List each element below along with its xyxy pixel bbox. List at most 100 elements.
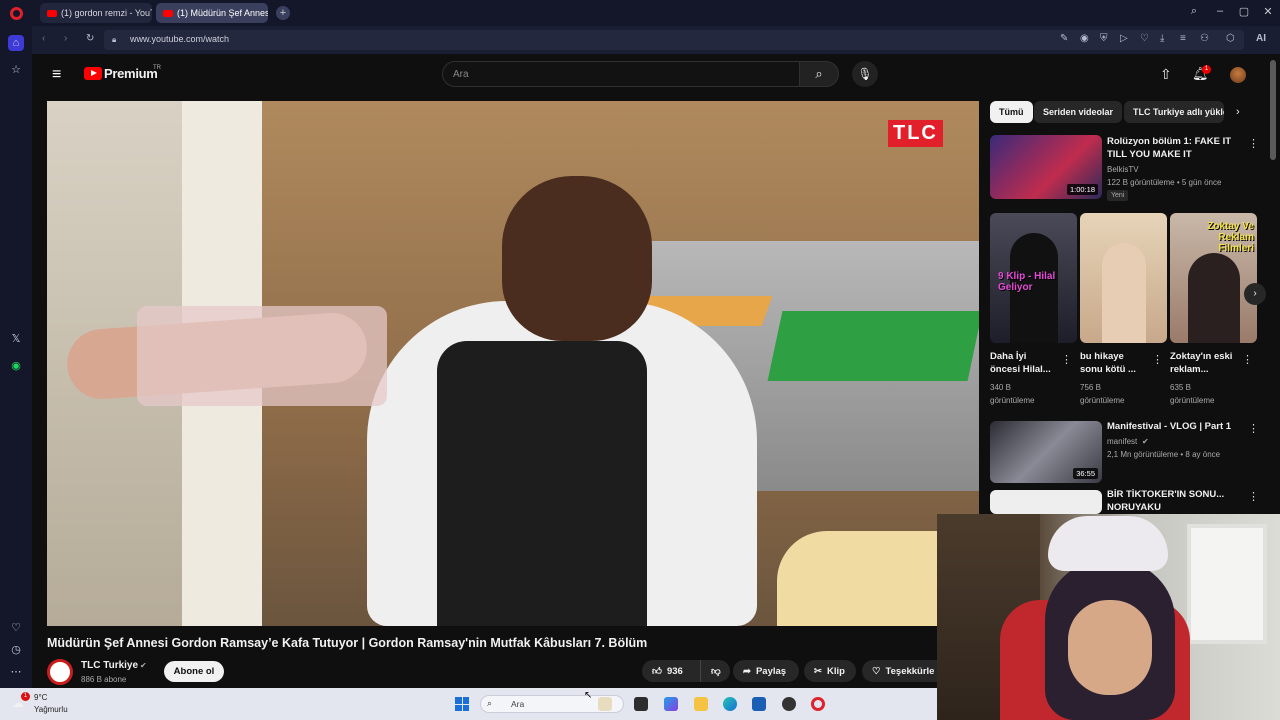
chip-uploader[interactable]: TLC Turkiye adlı yükleyiciden <box>1124 101 1224 123</box>
extension-icon[interactable]: ⬡ <box>1226 33 1235 44</box>
tab-label: (1) Müdürün Şef Annesi Gordon Ramsay’e K… <box>177 8 268 18</box>
scrollbar[interactable] <box>1270 60 1276 160</box>
channel-name[interactable]: TLC Turkiye <box>81 660 138 671</box>
tab-gordon-remzi[interactable]: (1) gordon remzi - YouTube <box>40 3 152 23</box>
opera-taskbar-icon[interactable] <box>811 697 825 711</box>
recommendation-thumbnail[interactable]: 36:55 <box>990 421 1102 483</box>
shield-icon[interactable]: ⛨ <box>1100 33 1108 44</box>
video-frame-cutting-board <box>767 311 979 381</box>
tab-active-video[interactable]: (1) Müdürün Şef Annesi Gordon Ramsay’e K… <box>156 3 268 23</box>
history-icon[interactable]: ◷ <box>8 642 24 658</box>
recommendation-title[interactable]: Rolüzyon bölüm 1: FAKE IT TILL YOU MAKE … <box>1107 135 1242 161</box>
app-pinned-icon[interactable] <box>598 697 612 711</box>
short-views-label: görüntüleme <box>1080 396 1125 405</box>
share-button[interactable]: ➦ Paylaş <box>733 660 799 682</box>
video-player[interactable] <box>47 101 979 626</box>
subscribe-button[interactable]: Abone ol <box>164 661 224 682</box>
more-vert-icon[interactable]: ⋮ <box>1152 353 1163 366</box>
heart-icon[interactable]: ♡ <box>8 620 24 636</box>
home-icon[interactable]: ⌂ <box>8 35 24 51</box>
snapshot-icon[interactable]: ✎ <box>1060 33 1068 44</box>
search-input[interactable]: Ara <box>442 61 799 87</box>
tab-search-icon[interactable]: ⌕ <box>1186 5 1202 18</box>
short-thumbnail[interactable]: Zoktay Ve Reklam Filmleri <box>1170 213 1257 343</box>
search-icon[interactable]: ⌕ <box>799 61 839 87</box>
download-icon[interactable]: ⤓ <box>1160 33 1164 44</box>
short-overlay-text: Zoktay Ve Reklam Filmleri <box>1207 221 1254 254</box>
hamburger-menu-icon[interactable]: ≡ <box>52 66 61 84</box>
dislike-button[interactable]: 👎︎ <box>700 660 730 682</box>
url-field[interactable] <box>104 30 1244 50</box>
short-title[interactable]: bu hikaye sonu kötü ... <box>1080 350 1146 376</box>
forward-icon[interactable]: › <box>64 33 67 44</box>
youtube-premium-brand[interactable]: Premium <box>104 66 158 81</box>
region-code: TR <box>153 65 161 71</box>
shorts-next-icon[interactable]: › <box>1244 283 1266 305</box>
heart-icon[interactable]: ♡ <box>1140 33 1149 44</box>
webcam-headphones <box>1048 516 1168 571</box>
recommendation-thumbnail[interactable]: 1:00:18 <box>990 135 1102 199</box>
spotify-icon[interactable]: ◉ <box>8 358 24 374</box>
more-vert-icon[interactable]: ⋮ <box>1242 353 1253 366</box>
edge-icon[interactable] <box>723 697 737 711</box>
avatar[interactable] <box>1230 67 1246 83</box>
opera-logo-icon[interactable] <box>10 7 23 20</box>
share-label: Paylaş <box>755 665 787 677</box>
video-duration: 36:55 <box>1073 468 1098 479</box>
verified-icon: ✔ <box>1142 437 1149 446</box>
short-title[interactable]: Daha İyi öncesi Hilal... <box>990 350 1056 376</box>
windows-start-icon[interactable] <box>455 697 469 711</box>
share-icon: ➦ <box>743 665 751 677</box>
star-icon[interactable]: ☆ <box>8 62 24 78</box>
task-view-icon[interactable] <box>634 697 648 711</box>
verified-icon: ✔ <box>140 661 147 670</box>
temperature: 9°C <box>34 693 48 702</box>
channel-avatar[interactable] <box>47 659 73 685</box>
player-icon[interactable]: ▷ <box>1120 33 1128 44</box>
subscriber-count: 886 B abone <box>81 675 127 684</box>
close-icon[interactable]: ✕ <box>1260 5 1276 18</box>
copilot-icon[interactable] <box>664 697 678 711</box>
more-vert-icon[interactable]: ⋮ <box>1061 353 1072 366</box>
ai-button[interactable]: AI <box>1256 33 1266 44</box>
profile-icon[interactable]: ⚇ <box>1200 33 1209 44</box>
menu-icon[interactable]: ≡ <box>1180 33 1186 44</box>
recommendation-channel[interactable]: manifest <box>1107 435 1137 448</box>
recommendation-title[interactable]: BİR TİKTOKER'IN SONU... NORUYAKU <box>1107 488 1242 514</box>
clip-button[interactable]: ✂ Klip <box>804 660 856 682</box>
back-icon[interactable]: ‹ <box>42 33 45 44</box>
reload-icon[interactable]: ↻ <box>86 33 94 44</box>
upload-icon[interactable]: ⇧ <box>1160 66 1172 83</box>
like-button[interactable]: 👍︎ 936 <box>642 660 700 682</box>
camera-icon[interactable]: ◉ <box>1080 33 1089 44</box>
video-frame-chef-face <box>502 176 652 341</box>
microphone-icon[interactable]: 🎙︎ <box>852 61 878 87</box>
youtube-logo-icon[interactable] <box>84 67 102 80</box>
short-title[interactable]: Zoktay'ın eski reklam... <box>1170 350 1236 376</box>
maximize-icon[interactable]: ▢ <box>1236 5 1252 18</box>
video-duration: 1:00:18 <box>1066 184 1098 195</box>
recommendation-channel[interactable]: BelkisTV <box>1107 163 1139 176</box>
chip-all[interactable]: Tümü <box>990 101 1033 123</box>
short-thumbnail[interactable] <box>1080 213 1167 343</box>
more-vert-icon[interactable]: ⋮ <box>1248 490 1259 503</box>
recommendation-title[interactable]: Manifestival - VLOG | Part 1 <box>1107 420 1242 433</box>
notification-badge: 1 <box>1202 65 1211 74</box>
app-icon[interactable] <box>782 697 796 711</box>
video-title: Müdürün Şef Annesi Gordon Ramsay’e Kafa … <box>47 636 648 650</box>
minimize-icon[interactable]: – <box>1212 5 1228 17</box>
new-tab-button[interactable]: + <box>276 6 290 20</box>
chip-series[interactable]: Seriden videolar <box>1034 101 1123 123</box>
short-views: 756 B <box>1080 383 1101 392</box>
chevron-right-icon[interactable]: › <box>1236 106 1240 118</box>
short-thumbnail[interactable]: 9 Klip - Hilal Geliyor <box>990 213 1077 343</box>
youtube-favicon-icon <box>163 9 173 17</box>
more-vert-icon[interactable]: ⋮ <box>1248 137 1259 150</box>
more-vert-icon[interactable]: ⋮ <box>1248 422 1259 435</box>
recommendation-thumbnail[interactable] <box>990 490 1102 514</box>
x-twitter-icon[interactable]: 𝕏 <box>8 331 24 347</box>
more-icon[interactable]: ⋯ <box>8 664 24 680</box>
file-explorer-icon[interactable] <box>694 697 708 711</box>
mouse-cursor-icon: ↖ <box>584 690 593 701</box>
store-icon[interactable] <box>752 697 766 711</box>
